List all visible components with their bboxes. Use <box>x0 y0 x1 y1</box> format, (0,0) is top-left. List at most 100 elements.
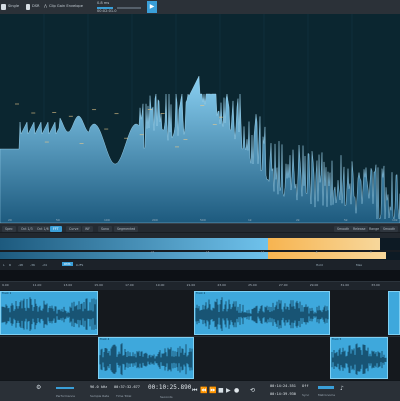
clip-name-1: Track 1 <box>2 292 12 295</box>
meter-right-hot <box>268 252 386 259</box>
ruler-tick-3: 15.00 <box>94 283 103 287</box>
click-toggle[interactable] <box>318 386 334 389</box>
audio-clip-1[interactable]: Track 1 <box>0 291 98 335</box>
clip-waveform-4 <box>99 343 193 376</box>
analyzer-tab-0[interactable]: Spec <box>2 225 16 232</box>
envelope-icon[interactable]: ⋀ <box>44 4 47 8</box>
loop-start-value[interactable]: 00:14:24.551 <box>270 384 296 388</box>
ruler-tick-5: 19.00 <box>155 283 165 287</box>
max-label: Max <box>356 263 363 267</box>
toolbar-item-single[interactable]: Single <box>8 4 19 8</box>
analyzer-tab-5[interactable]: WF <box>82 225 93 232</box>
meter-left-fill <box>0 238 268 250</box>
window-icon[interactable] <box>1 4 6 10</box>
ruler-tick-6: 21.00 <box>186 283 196 287</box>
sample-rate-value: 96.0 kHz <box>90 385 108 389</box>
toolbar-item-dsr[interactable]: DSR <box>32 4 40 8</box>
freq-label-2: 100 <box>104 218 110 222</box>
rewind-icon[interactable]: ⏪ <box>200 387 207 394</box>
freq-label-7: 5k <box>344 218 348 222</box>
ruler-tick-2: 13.00 <box>63 283 73 287</box>
clip-name-2: Track 2 <box>196 292 206 295</box>
ruler-tick-10: 29.00 <box>309 283 319 287</box>
loop-end-value[interactable]: 00:14:39.930 <box>270 392 296 396</box>
toolbar-time-2: 00:02:01.0 <box>97 8 117 13</box>
freq-label-8: 10k <box>392 218 398 222</box>
play-transport-icon[interactable]: ▶ <box>226 387 231 394</box>
ruler-tick-11: 31.00 <box>340 283 350 287</box>
record-icon[interactable]: ● <box>234 387 239 394</box>
stop-icon[interactable]: ■ <box>218 387 224 394</box>
clip-icon[interactable] <box>26 4 30 10</box>
meter-sub-2: -36 <box>30 263 35 267</box>
clip-name-5: Track 5 <box>332 338 342 341</box>
clip-waveform-2 <box>195 297 329 331</box>
metronome-label: Metronome <box>318 393 336 397</box>
spectrum-fill <box>0 75 400 223</box>
meter-left-hot <box>268 238 380 250</box>
track-area: Track 1 Track 2 Track 4 Track 5 <box>0 290 400 380</box>
toolbar-item-envelope[interactable]: Clip Gain Envelope <box>49 4 83 8</box>
toolbar-time-1: 0.8 ms <box>97 1 110 5</box>
ruler-tick-0: 9.00 <box>2 283 9 287</box>
freq-label-5: 1k <box>248 218 252 222</box>
position-label: Seconds <box>160 395 173 399</box>
transport-bar: ⚙ Performance 96.0 kHz Sample Rate 00:37… <box>0 380 400 401</box>
meter-right-fill <box>0 252 268 259</box>
sync-value[interactable]: Off <box>302 384 309 388</box>
audio-clip-3[interactable] <box>388 291 400 335</box>
analyzer-tab-1[interactable]: Oct 1/3 <box>18 225 36 232</box>
range-value[interactable]: Smooth <box>380 225 399 232</box>
meter-scale-1: -18 <box>205 251 210 254</box>
sample-rate-label: Sample Rate <box>90 394 110 398</box>
meter-scale-bar: L R -48 -36 -24 RMS LUFS Hold Max <box>0 260 400 270</box>
clip-waveform-1 <box>1 297 97 331</box>
length-label: Time Total <box>116 394 132 398</box>
ruler-tick-4: 17.00 <box>125 283 134 287</box>
meter-scale-4: 0 <box>370 251 372 254</box>
meter-scale-3: -6 <box>315 251 318 254</box>
performance-meter <box>56 387 74 389</box>
settings-icon[interactable]: ⚙ <box>36 384 41 391</box>
position-value[interactable]: 00:10:25.890 <box>148 384 191 391</box>
analyzer-tab-7[interactable]: Segmented <box>114 225 139 232</box>
analyzer-tab-6[interactable]: Sono <box>98 225 112 232</box>
meter-scale-0: -24 <box>150 251 155 254</box>
length-value: 00:37:32.677 <box>114 385 140 389</box>
meter-scale-2: -12 <box>260 251 265 254</box>
clip-waveform-5 <box>331 343 387 375</box>
fast-forward-icon[interactable]: ⏩ <box>209 387 216 394</box>
ruler-tick-1: 11.00 <box>32 283 42 287</box>
metronome-icon[interactable]: ♪ <box>340 385 344 392</box>
return-to-zero-icon[interactable]: ⏮ <box>192 387 197 395</box>
sync-label: Sync <box>302 393 310 397</box>
spectrum-display <box>0 14 400 223</box>
level-meters: L R -48 -36 -24 RMS LUFS Hold Max -24 -18… <box>0 232 400 270</box>
freq-label-3: 200 <box>152 218 158 222</box>
track-lane-1: Track 1 Track 2 <box>0 290 400 337</box>
analyzer-tab-4[interactable]: Curve <box>66 225 82 232</box>
audio-clip-4[interactable]: Track 4 <box>98 337 194 379</box>
freq-label-0: 20 <box>8 218 12 222</box>
freq-label-1: 50 <box>56 218 60 222</box>
spectrum-graph <box>0 14 400 223</box>
track-lane-2: Track 4 Track 5 <box>0 336 400 380</box>
loop-icon[interactable]: ⟲ <box>250 387 255 394</box>
clip-name-4: Track 4 <box>100 338 110 341</box>
play-icon[interactable]: ▶ <box>147 1 157 13</box>
analyzer-tab-2[interactable]: Oct 1/6 <box>34 225 52 232</box>
meter-sub-1: -48 <box>18 263 23 267</box>
toolbar-slider-2[interactable] <box>117 7 141 9</box>
lufs-button[interactable]: LUFS <box>76 263 83 267</box>
ruler-tick-7: 23.00 <box>217 283 226 287</box>
top-toolbar: Single DSR ⋀ Clip Gain Envelope 0.8 ms 0… <box>0 0 400 15</box>
analyzer-tab-3[interactable]: FFT <box>50 225 62 232</box>
rms-button[interactable]: RMS <box>62 261 73 266</box>
ruler-tick-12: 33.00 <box>371 283 380 287</box>
audio-clip-5[interactable]: Track 5 <box>330 337 388 379</box>
ruler-tick-8: 25.00 <box>248 283 257 287</box>
meter-label-l: L <box>3 263 5 267</box>
audio-clip-2[interactable]: Track 2 <box>194 291 330 335</box>
meter-label-r: R <box>9 263 12 267</box>
hold-label: Hold <box>316 263 323 267</box>
